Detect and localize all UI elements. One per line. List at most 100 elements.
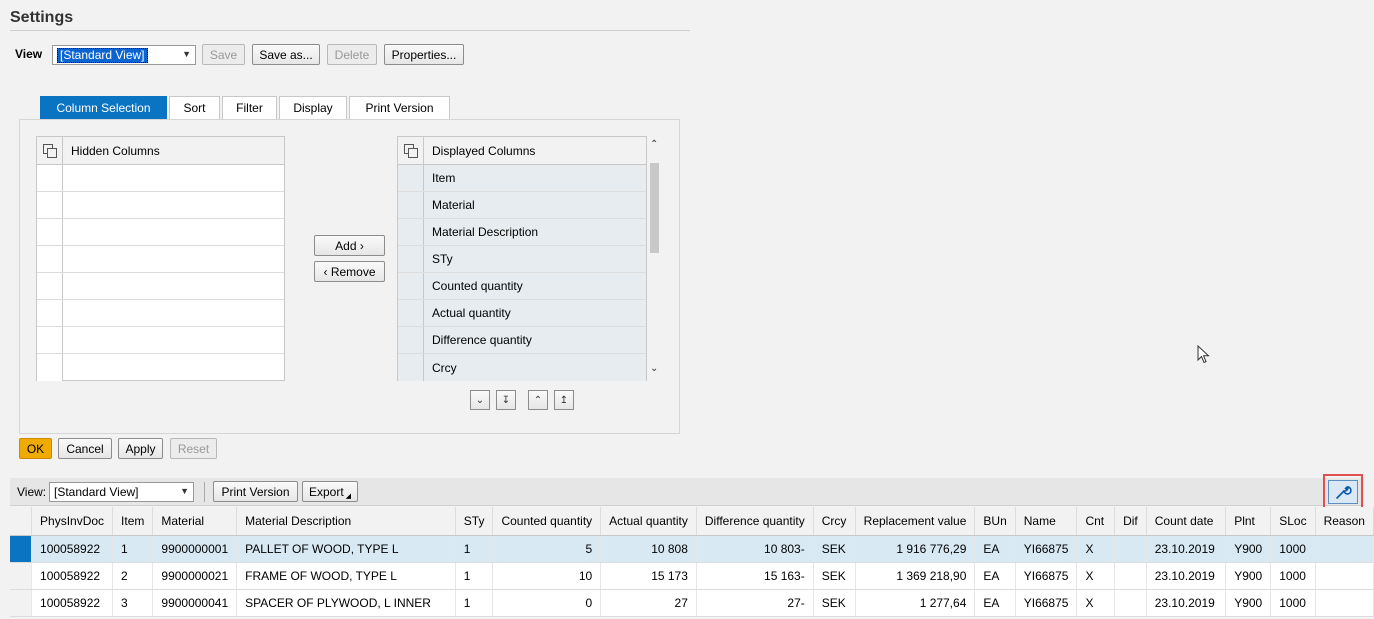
table-cell <box>1114 562 1147 590</box>
tab-print-version[interactable]: Print Version <box>349 96 450 119</box>
table-row[interactable]: 100058922 1 9900000001 PALLET OF WOOD, TYPE… <box>10 535 1374 563</box>
view-select[interactable]: [Standard View] ▼ <box>52 45 196 65</box>
column-header[interactable]: Count date <box>1146 507 1227 536</box>
displayed-columns-grid: Displayed Columns Item Material Material… <box>397 136 647 381</box>
table-cell: 27 <box>600 589 697 617</box>
table-cell: 23.10.2019 <box>1146 589 1227 617</box>
table-cell: FRAME OF WOOD, TYPE L <box>236 562 456 590</box>
scroll-up-icon[interactable]: ⌃ <box>650 139 658 150</box>
table-cell: SEK <box>813 535 856 563</box>
table-cell: SEK <box>813 589 856 617</box>
remove-button[interactable]: ‹ Remove <box>314 261 385 282</box>
list-item[interactable] <box>37 327 284 354</box>
list-item[interactable] <box>37 219 284 246</box>
list-item[interactable]: Item <box>398 165 646 192</box>
settings-button[interactable] <box>1328 479 1358 504</box>
hidden-columns-header: Hidden Columns <box>71 143 160 158</box>
add-button-label: Add <box>335 238 357 253</box>
move-down-icon[interactable]: ⌄ <box>470 390 490 410</box>
list-item[interactable] <box>37 354 284 381</box>
table-row[interactable]: 100058922 2 9900000021 FRAME OF WOOD, TYPE … <box>10 562 1374 590</box>
column-header[interactable]: Plnt <box>1225 507 1272 536</box>
move-up-icon[interactable]: ⌃ <box>528 390 548 410</box>
table-cell: Y900 <box>1225 535 1272 563</box>
column-header[interactable]: PhysInvDoc <box>31 507 114 536</box>
list-item[interactable]: Difference quantity <box>398 327 646 354</box>
delete-button[interactable]: Delete <box>327 44 377 65</box>
table-cell: YI66875 <box>1015 535 1078 563</box>
list-item[interactable] <box>37 165 284 192</box>
table-cell <box>1114 589 1147 617</box>
tab-filter[interactable]: Filter <box>222 96 277 119</box>
select-all-hidden[interactable] <box>37 137 63 164</box>
save-button[interactable]: Save <box>202 44 245 65</box>
properties-button[interactable]: Properties... <box>384 44 464 65</box>
wrench-icon <box>1336 485 1352 499</box>
table-cell: 0 <box>492 589 602 617</box>
move-top-icon[interactable]: ↥ <box>554 390 574 410</box>
list-item[interactable]: Crcy <box>398 354 646 381</box>
column-header[interactable]: Crcy <box>813 507 856 536</box>
reset-button[interactable]: Reset <box>170 438 217 459</box>
list-item[interactable]: Material <box>398 192 646 219</box>
hidden-columns-grid: Hidden Columns <box>36 136 285 381</box>
table-cell: 1 369 218,90 <box>855 562 976 590</box>
column-header[interactable]: SLoc <box>1270 507 1316 536</box>
column-header[interactable]: Reason <box>1315 507 1374 536</box>
column-header[interactable]: Dif <box>1114 507 1147 536</box>
row-selector[interactable] <box>10 535 33 563</box>
table-cell: 27- <box>696 589 814 617</box>
tab-sort[interactable]: Sort <box>169 96 220 119</box>
table-cell: 15 173 <box>600 562 697 590</box>
table-row[interactable]: 100058922 3 9900000041 SPACER OF PLYWOOD, L… <box>10 589 1374 617</box>
scroll-thumb[interactable] <box>650 163 659 253</box>
table-cell: EA <box>974 535 1016 563</box>
column-header[interactable]: BUn <box>974 507 1016 536</box>
column-header[interactable]: Difference quantity <box>696 507 814 536</box>
row-selector[interactable] <box>10 562 33 590</box>
table-cell: X <box>1076 535 1116 563</box>
ok-button[interactable]: OK <box>19 438 52 459</box>
table-cell <box>1315 562 1374 590</box>
column-header[interactable]: Item <box>112 507 154 536</box>
table-view-select[interactable]: [Standard View] ▼ <box>49 482 194 502</box>
add-button[interactable]: Add › <box>314 235 385 256</box>
column-header[interactable]: STy <box>455 507 494 536</box>
cancel-button[interactable]: Cancel <box>58 438 112 459</box>
row-selector-header[interactable] <box>10 507 33 536</box>
table-cell: YI66875 <box>1015 589 1078 617</box>
column-header[interactable]: Replacement value <box>855 507 976 536</box>
row-selector[interactable] <box>10 589 33 617</box>
table-cell: Y900 <box>1225 589 1272 617</box>
apply-button[interactable]: Apply <box>118 438 163 459</box>
column-header[interactable]: Material Description <box>236 507 456 536</box>
table-cell: 10 <box>492 562 602 590</box>
select-all-displayed[interactable] <box>398 137 424 164</box>
view-label: View <box>15 47 43 61</box>
list-item[interactable]: Actual quantity <box>398 300 646 327</box>
tab-display[interactable]: Display <box>279 96 347 119</box>
tab-column-selection[interactable]: Column Selection <box>40 96 167 119</box>
list-item[interactable]: Material Description <box>398 219 646 246</box>
scroll-down-icon[interactable]: ⌄ <box>650 363 658 374</box>
list-item[interactable] <box>37 300 284 327</box>
column-header[interactable]: Counted quantity <box>492 507 602 536</box>
table-cell: 23.10.2019 <box>1146 535 1227 563</box>
list-item[interactable]: Counted quantity <box>398 273 646 300</box>
column-header[interactable]: Material <box>152 507 238 536</box>
list-item[interactable] <box>37 246 284 273</box>
list-item[interactable] <box>37 192 284 219</box>
displayed-columns-scrollbar[interactable]: ⌃ ⌄ <box>646 137 662 381</box>
table-cell: 10 808 <box>600 535 697 563</box>
list-item[interactable]: STy <box>398 246 646 273</box>
save-as-button[interactable]: Save as... <box>252 44 320 65</box>
column-header[interactable]: Name <box>1015 507 1078 536</box>
column-header[interactable]: Cnt <box>1076 507 1116 536</box>
table-cell: 1 916 776,29 <box>855 535 976 563</box>
table-cell: 5 <box>492 535 602 563</box>
export-button[interactable]: Export ◢ <box>302 481 358 502</box>
list-item[interactable] <box>37 273 284 300</box>
move-bottom-icon[interactable]: ↧ <box>496 390 516 410</box>
print-version-button[interactable]: Print Version <box>213 481 298 502</box>
column-header[interactable]: Actual quantity <box>600 507 697 536</box>
